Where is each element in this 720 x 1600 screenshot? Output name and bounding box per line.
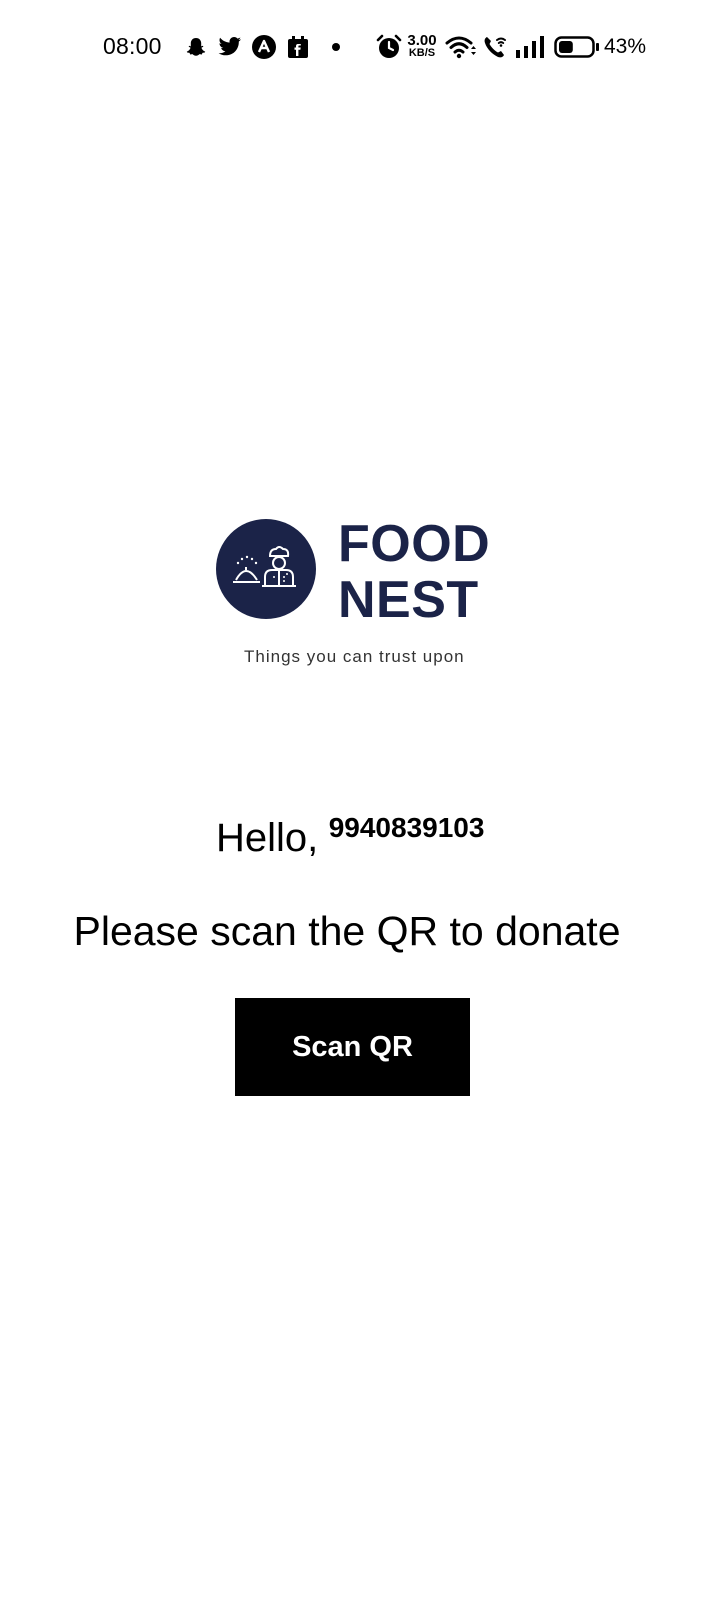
- signal-icon: [516, 36, 544, 58]
- wifi-icon: [445, 36, 476, 59]
- app-a-icon: [252, 35, 276, 59]
- calendar-icon: [288, 36, 308, 58]
- scan-qr-button[interactable]: Scan QR: [235, 998, 470, 1096]
- logo-tagline: Things you can trust upon: [244, 647, 465, 666]
- wifi-call-icon: [484, 37, 506, 58]
- battery-icon: [554, 36, 599, 58]
- battery-percent: 43%: [604, 35, 647, 58]
- logo-emblem: [216, 519, 316, 619]
- chef-serving-icon: [233, 546, 296, 587]
- dot-icon: [332, 43, 340, 51]
- net-speed-value: 3.00: [407, 32, 437, 49]
- status-bar: 08:00 3.00 KB/S 43%: [0, 0, 720, 96]
- net-speed-unit: KB/S: [408, 47, 436, 59]
- user-phone-number: 9940839103: [328, 812, 485, 843]
- logo-word-nest: NEST: [338, 571, 479, 629]
- screen: 08:00 3.00 KB/S 43% FOOD NEST Things you…: [0, 0, 720, 1600]
- food-nest-logo: FOOD NEST Things you can trust upon: [216, 516, 526, 676]
- net-speed: 3.00 KB/S: [404, 33, 440, 59]
- donate-instruction: Please scan the QR to donate: [73, 908, 621, 954]
- greeting: Hello, 9940839103: [216, 812, 484, 862]
- snapchat-icon: [186, 38, 206, 56]
- greeting-label: Hello,: [216, 816, 319, 860]
- twitter-icon: [218, 37, 241, 56]
- alarm-icon: [376, 34, 402, 58]
- status-time: 08:00: [103, 33, 162, 59]
- logo-word-food: FOOD: [338, 515, 491, 573]
